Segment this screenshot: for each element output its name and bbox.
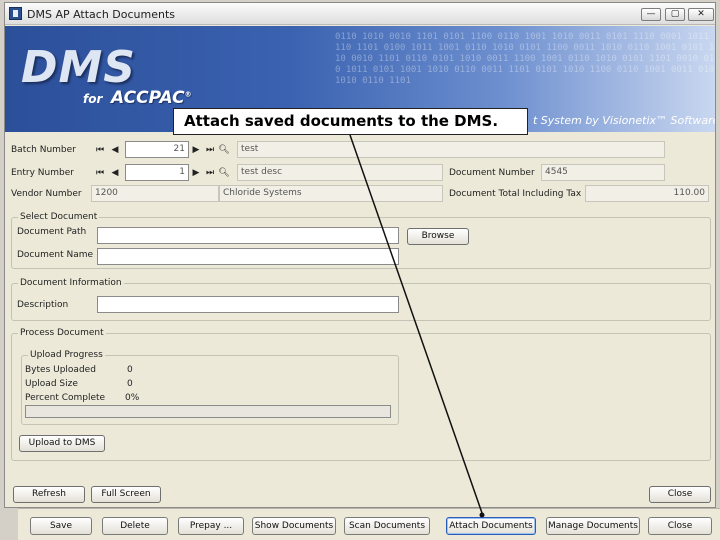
percent-complete-value: 0%: [125, 393, 140, 403]
entry-description-field: test desc: [237, 164, 443, 181]
document-name-label: Document Name: [17, 250, 94, 260]
bytes-uploaded-value: 0: [127, 365, 133, 375]
refresh-button[interactable]: Refresh: [13, 486, 85, 503]
show-documents-button[interactable]: Show Documents: [252, 517, 336, 535]
delete-button[interactable]: Delete: [102, 517, 168, 535]
previous-record-icon[interactable]: ◀: [109, 145, 121, 155]
entry-number-field[interactable]: 1: [125, 164, 189, 181]
document-path-input[interactable]: [97, 227, 399, 244]
browse-button[interactable]: Browse: [407, 228, 469, 245]
last-record-icon[interactable]: ⏭: [204, 145, 216, 155]
document-total-field: 110.00: [585, 185, 709, 202]
upload-to-dms-button[interactable]: Upload to DMS: [19, 435, 105, 452]
entry-number-label: Entry Number: [11, 168, 74, 178]
finder-icon[interactable]: 🔍︎: [218, 145, 230, 155]
document-number-field: 4545: [541, 164, 665, 181]
description-input[interactable]: [97, 296, 399, 313]
next-entry-icon[interactable]: ▶: [190, 168, 202, 178]
scan-documents-button[interactable]: Scan Documents: [344, 517, 430, 535]
full-screen-button[interactable]: Full Screen: [91, 486, 161, 503]
document-information-title: Document Information: [18, 278, 124, 288]
document-name-input[interactable]: [97, 248, 399, 265]
upload-size-value: 0: [127, 379, 133, 389]
bottom-toolbar: Save Delete Prepay ... Show Documents Sc…: [18, 508, 720, 540]
window-close-button[interactable]: ✕: [688, 8, 714, 21]
prepay-button[interactable]: Prepay ...: [178, 517, 244, 535]
dms-logo: DMS: [21, 42, 136, 93]
previous-entry-icon[interactable]: ◀: [109, 168, 121, 178]
select-document-title: Select Document: [18, 212, 100, 222]
attach-documents-dialog: DMS AP Attach Documents — ▢ ✕ 0110 1010 …: [4, 2, 716, 508]
banner-tagline: t System by Visionetix™ Software: [533, 114, 715, 127]
document-number-label: Document Number: [449, 168, 535, 178]
batch-number-label: Batch Number: [11, 145, 76, 155]
batch-number-field[interactable]: 21: [125, 141, 189, 158]
underlying-window: Save Delete Prepay ... Show Documents Sc…: [0, 0, 720, 540]
next-record-icon[interactable]: ▶: [190, 145, 202, 155]
upload-progress-bar: [25, 405, 391, 418]
minimize-button[interactable]: —: [641, 8, 661, 21]
logo-for-text: for: [83, 92, 103, 106]
dialog-close-button[interactable]: Close: [649, 486, 711, 503]
toolbar-close-button[interactable]: Close: [648, 517, 712, 535]
callout-box: Attach saved documents to the DMS.: [173, 108, 528, 135]
accpac-logo: ACCPAC®: [111, 88, 192, 108]
document-path-label: Document Path: [17, 227, 87, 237]
attach-documents-button[interactable]: Attach Documents: [446, 517, 536, 535]
vendor-number-field: 1200: [91, 185, 219, 202]
percent-complete-label: Percent Complete: [25, 393, 106, 403]
first-record-icon[interactable]: ⏮: [94, 145, 106, 155]
accpac-text: ACCPAC: [111, 88, 185, 108]
bytes-uploaded-label: Bytes Uploaded: [25, 365, 96, 375]
last-entry-icon[interactable]: ⏭: [204, 168, 216, 178]
description-label: Description: [17, 300, 69, 310]
vendor-name-field: Chloride Systems: [219, 185, 443, 202]
app-icon: [9, 7, 22, 20]
maximize-button[interactable]: ▢: [665, 8, 685, 21]
upload-size-label: Upload Size: [25, 379, 78, 389]
vendor-number-label: Vendor Number: [11, 189, 82, 199]
process-document-title: Process Document: [18, 328, 106, 338]
entry-finder-icon[interactable]: 🔍︎: [218, 168, 230, 178]
window-title: DMS AP Attach Documents: [27, 8, 176, 21]
title-bar: DMS AP Attach Documents — ▢ ✕: [5, 3, 715, 25]
upload-progress-title: Upload Progress: [28, 350, 105, 360]
manage-documents-button[interactable]: Manage Documents: [546, 517, 640, 535]
batch-description-field: test: [237, 141, 665, 158]
save-button[interactable]: Save: [30, 517, 92, 535]
document-total-label: Document Total Including Tax: [449, 189, 582, 199]
first-entry-icon[interactable]: ⏮: [94, 168, 106, 178]
